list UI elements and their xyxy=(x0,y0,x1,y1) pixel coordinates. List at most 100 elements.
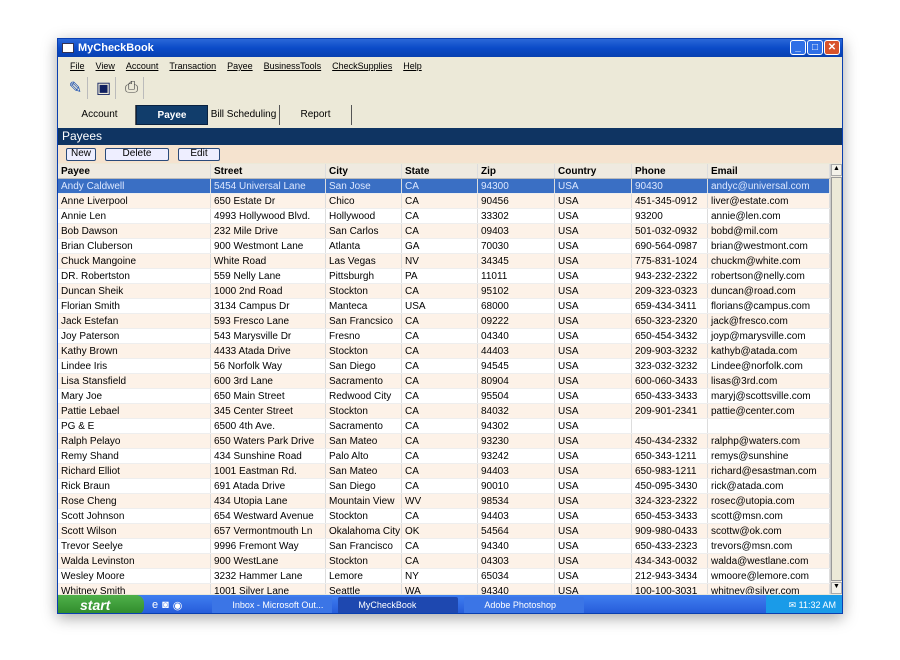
table-row[interactable]: Remy Shand 434 Sunshine Road Palo Alto CA 93… xyxy=(58,449,830,464)
new-button[interactable]: New xyxy=(66,147,96,161)
column-header-phone[interactable]: Phone xyxy=(632,164,708,178)
maximize-button[interactable]: □ xyxy=(807,40,823,55)
column-header-state[interactable]: State xyxy=(402,164,478,178)
table-row[interactable]: Andy Caldwell 5454 Universal Lane San Jose… xyxy=(58,179,830,194)
media-player-icon[interactable]: ◉ xyxy=(173,599,183,612)
print-icon[interactable]: ⎙ xyxy=(120,77,144,99)
table-row[interactable]: Jack Estefan 593 Fresco Lane San Francsico… xyxy=(58,314,830,329)
table-row[interactable]: Walda Levinston 900 WestLane Stockton CA 043… xyxy=(58,554,830,569)
table-row[interactable]: Lisa Stansfield 600 3rd Lane Sacramento CA 8… xyxy=(58,374,830,389)
start-button[interactable]: start xyxy=(58,595,144,613)
menu-help[interactable]: Help xyxy=(403,61,422,71)
table-row[interactable]: Rose Cheng 434 Utopia Lane Mountain View WV… xyxy=(58,494,830,509)
cell-street: 900 Westmont Lane xyxy=(211,239,326,253)
table-row[interactable]: Pattie Lebael 345 Center Street Stockton CA… xyxy=(58,404,830,419)
cell-payee: Scott Johnson xyxy=(58,509,211,523)
column-header-street[interactable]: Street xyxy=(211,164,326,178)
menu-file[interactable]: File xyxy=(70,61,85,71)
cell-email: Lindee@norfolk.com xyxy=(708,359,830,373)
table-row[interactable]: Whitney Smith 1001 Silver Lane Seattle WA 94… xyxy=(58,584,830,594)
cell-city: Redwood City xyxy=(326,389,402,403)
save-icon[interactable]: ▣ xyxy=(92,77,116,99)
column-header-country[interactable]: Country xyxy=(555,164,632,178)
close-button[interactable]: ✕ xyxy=(824,40,840,55)
cell-phone: 209-903-3232 xyxy=(632,344,708,358)
cell-street: 434 Sunshine Road xyxy=(211,449,326,463)
tab-account[interactable]: Account xyxy=(64,105,136,125)
task-mycheckbook[interactable]: MyCheckBook xyxy=(338,596,459,613)
vertical-scrollbar[interactable]: ▲ ▼ xyxy=(830,164,842,594)
cell-city: San Diego xyxy=(326,479,402,493)
cell-payee: Trevor Seelye xyxy=(58,539,211,553)
task-photoshop[interactable]: Adobe Photoshop xyxy=(464,596,585,613)
table-row[interactable]: Wesley Moore 3232 Hammer Lane Lemore NY 6503… xyxy=(58,569,830,584)
cell-state: CA xyxy=(402,209,478,223)
cell-payee: Joy Paterson xyxy=(58,329,211,343)
tab-bill-scheduling[interactable]: Bill Scheduling xyxy=(208,105,280,125)
cell-payee: Rose Cheng xyxy=(58,494,211,508)
minimize-button[interactable]: _ xyxy=(790,40,806,55)
cell-state: CA xyxy=(402,389,478,403)
table-row[interactable]: PG & E 6500 4th Ave. Sacramento CA 94302 USA xyxy=(58,419,830,434)
title-bar[interactable]: MyCheckBook _ □ ✕ xyxy=(58,39,842,57)
cell-state: NY xyxy=(402,569,478,583)
table-row[interactable]: Scott Wilson 657 Vermontmouth Ln Okalahoma… xyxy=(58,524,830,539)
cell-city: Stockton xyxy=(326,344,402,358)
cell-email: rick@atada.com xyxy=(708,479,830,493)
scroll-down-icon[interactable]: ▼ xyxy=(831,582,842,594)
cell-street: 650 Estate Dr xyxy=(211,194,326,208)
table-row[interactable]: Annie Len 4993 Hollywood Blvd. Hollywood CA… xyxy=(58,209,830,224)
outlook-icon[interactable]: ◙ xyxy=(162,599,169,612)
cell-zip: 65034 xyxy=(478,569,555,583)
cell-phone: 434-343-0032 xyxy=(632,554,708,568)
write-check-icon[interactable]: ✎ xyxy=(64,77,88,99)
column-header-zip[interactable]: Zip xyxy=(478,164,555,178)
table-row[interactable]: Florian Smith 3134 Campus Dr Manteca USA 680… xyxy=(58,299,830,314)
cell-state: CA xyxy=(402,284,478,298)
task-outlook[interactable]: Inbox - Microsoft Out... xyxy=(212,596,333,613)
cell-state: CA xyxy=(402,224,478,238)
tab-payee[interactable]: Payee xyxy=(136,105,208,125)
cell-zip: 09222 xyxy=(478,314,555,328)
table-row[interactable]: Chuck Mangoine White Road Las Vegas NV 34345… xyxy=(58,254,830,269)
table-row[interactable]: Richard Elliot 1001 Eastman Rd. San Mateo C… xyxy=(58,464,830,479)
delete-button[interactable]: Delete xyxy=(105,147,169,161)
scroll-up-icon[interactable]: ▲ xyxy=(831,164,842,176)
system-tray: ✉ 11:32 AM xyxy=(766,595,842,613)
table-row[interactable]: Rick Braun 691 Atada Drive San Diego CA 9001… xyxy=(58,479,830,494)
table-row[interactable]: Bob Dawson 232 Mile Drive San Carlos CA 0940… xyxy=(58,224,830,239)
mail-icon[interactable]: ✉ xyxy=(789,600,797,610)
menu-payee[interactable]: Payee xyxy=(227,61,253,71)
cell-street: 691 Atada Drive xyxy=(211,479,326,493)
menu-view[interactable]: View xyxy=(96,61,115,71)
table-row[interactable]: Anne Liverpool 650 Estate Dr Chico CA 90456 U… xyxy=(58,194,830,209)
scroll-thumb[interactable] xyxy=(831,177,842,581)
column-header-email[interactable]: Email xyxy=(708,164,830,178)
table-row[interactable]: Trevor Seelye 9996 Fremont Way San Francis… xyxy=(58,539,830,554)
edit-button[interactable]: Edit xyxy=(178,147,220,161)
cell-city: Sacramento xyxy=(326,419,402,433)
menu-account[interactable]: Account xyxy=(126,61,159,71)
cell-state: CA xyxy=(402,464,478,478)
table-row[interactable]: Scott Johnson 654 Westward Avenue Stockton… xyxy=(58,509,830,524)
cell-state: CA xyxy=(402,509,478,523)
cell-street: 657 Vermontmouth Ln xyxy=(211,524,326,538)
table-row[interactable]: Ralph Pelayo 650 Waters Park Drive San Mat… xyxy=(58,434,830,449)
cell-zip: 70030 xyxy=(478,239,555,253)
column-header-payee[interactable]: Payee xyxy=(58,164,211,178)
column-header-city[interactable]: City xyxy=(326,164,402,178)
cell-payee: Lisa Stansfield xyxy=(58,374,211,388)
cell-phone: 451-345-0912 xyxy=(632,194,708,208)
menu-checksupplies[interactable]: CheckSupplies xyxy=(332,61,392,71)
table-row[interactable]: DR. Robertston 559 Nelly Lane Pittsburgh PA… xyxy=(58,269,830,284)
table-row[interactable]: Lindee Iris 56 Norfolk Way San Diego CA 9454… xyxy=(58,359,830,374)
internet-explorer-icon[interactable]: e xyxy=(152,599,158,612)
table-row[interactable]: Mary Joe 650 Main Street Redwood City CA 955… xyxy=(58,389,830,404)
table-row[interactable]: Kathy Brown 4433 Atada Drive Stockton CA 444… xyxy=(58,344,830,359)
table-row[interactable]: Duncan Sheik 1000 2nd Road Stockton CA 95102… xyxy=(58,284,830,299)
table-row[interactable]: Joy Paterson 543 Marysville Dr Fresno CA 043… xyxy=(58,329,830,344)
table-row[interactable]: Brian Cluberson 900 Westmont Lane Atlanta G… xyxy=(58,239,830,254)
menu-transaction[interactable]: Transaction xyxy=(169,61,216,71)
tab-report[interactable]: Report xyxy=(280,105,352,125)
menu-businesstools[interactable]: BusinessTools xyxy=(264,61,322,71)
